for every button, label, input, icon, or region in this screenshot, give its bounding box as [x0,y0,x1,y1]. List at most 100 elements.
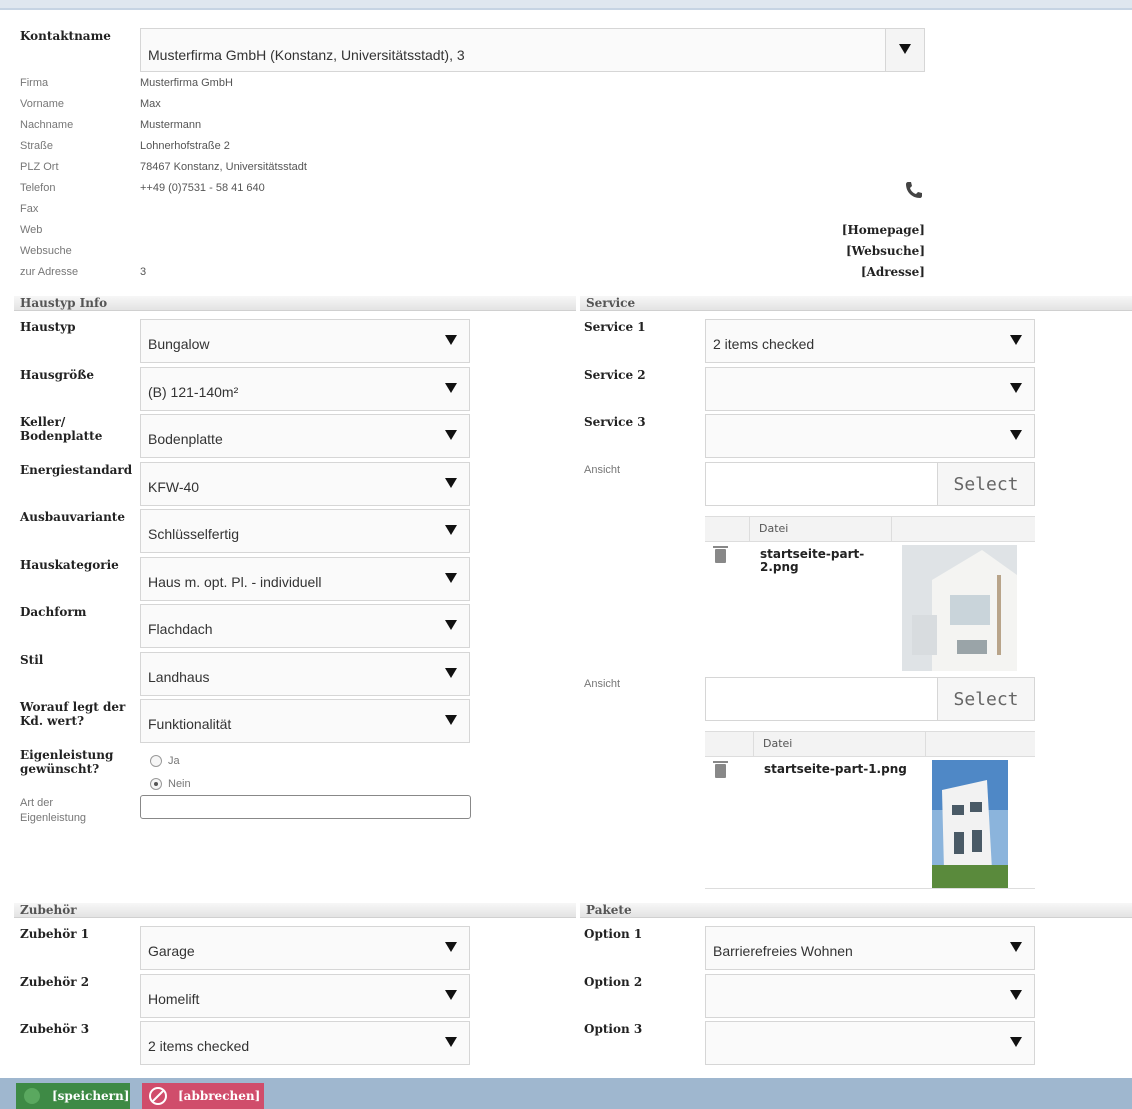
chevron-down-icon [445,715,457,725]
select-value: KFW-40 [148,479,200,495]
cancel-button-label: [abbrechen] [178,1089,261,1103]
field-value: Mustermann [140,119,202,131]
service3-select[interactable] [705,414,1035,458]
chevron-down-icon [445,430,457,440]
field-label: Web [20,224,43,236]
file-name: startseite-part-1.png [764,762,907,776]
chevron-down-icon [1010,942,1022,952]
chevron-down-icon [1010,1037,1022,1047]
field-value: ++49 (0)7531 - 58 41 640 [140,182,265,194]
hausgroesse-select[interactable]: (B) 121-140m² [140,367,470,411]
select-file-button[interactable]: Select [937,678,1034,720]
radio-nein-label: Nein [168,778,191,790]
zubehoer2-select[interactable]: Homelift [140,974,470,1018]
option2-select[interactable] [705,974,1035,1018]
keller-select[interactable]: Bodenplatte [140,414,470,458]
field-label: Straße [20,140,54,152]
energiestandard-select[interactable]: KFW-40 [140,462,470,506]
cancel-icon [148,1086,168,1106]
hauskategorie-label: Hauskategorie [20,558,119,572]
section-header-zubehoer: Zubehör [14,903,576,918]
adresse-link[interactable]: [Adresse] [800,265,925,279]
chevron-down-icon [445,335,457,345]
dachform-label: Dachform [20,605,87,619]
chevron-down-icon [445,1037,457,1047]
select-value: Homelift [148,991,200,1007]
service2-label: Service 2 [584,368,646,382]
field-value: Max [140,98,161,110]
radio-nein[interactable] [150,778,162,790]
cancel-button[interactable]: [abbrechen] [142,1083,264,1109]
trash-icon[interactable] [713,546,728,563]
save-button[interactable]: [speichern] [16,1083,130,1109]
section-header-haustyp: Haustyp Info [14,296,576,311]
field-value: 78467 Konstanz, Universitätsstadt [140,161,307,173]
chevron-down-icon [445,990,457,1000]
file-table-header: Datei [705,731,1035,757]
haustyp-label: Haustyp [20,320,76,334]
section-header-service: Service [580,296,1132,311]
select-value: Haus m. opt. Pl. - individuell [148,574,322,590]
datei-header: Datei [749,517,892,541]
file-picker[interactable]: Select [705,677,1035,721]
radio-ja[interactable] [150,755,162,767]
select-value: 2 items checked [713,336,815,352]
option3-select[interactable] [705,1021,1035,1065]
worauf-select[interactable]: Funktionalität [140,699,470,743]
chevron-down-icon [445,573,457,583]
select-value: 2 items checked [148,1038,250,1054]
chevron-down-icon [445,478,457,488]
datei-header: Datei [753,732,926,756]
field-label: Websuche [20,245,72,257]
file-picker[interactable]: Select [705,462,1035,506]
service1-select[interactable]: 2 items checked [705,319,1035,363]
ansicht-label: Ansicht [584,464,621,476]
trash-icon[interactable] [713,761,728,778]
file-table-header: Datei [705,516,1035,542]
dachform-select[interactable]: Flachdach [140,604,470,648]
chevron-down-icon [445,668,457,678]
phone-icon[interactable] [903,179,925,201]
service2-select[interactable] [705,367,1035,411]
energiestandard-label: Energiestandard [20,463,133,477]
chevron-down-icon [1010,990,1022,1000]
homepage-link[interactable]: [Homepage] [800,223,925,237]
select-value: Schlüsselfertig [148,526,240,542]
zubehoer1-select[interactable]: Garage [140,926,470,970]
select-file-button[interactable]: Select [937,463,1034,505]
select-value: Garage [148,943,195,959]
radio-ja-label: Ja [168,755,180,767]
contact-select[interactable]: Musterfirma GmbH (Konstanz, Universitäts… [140,28,925,72]
hauskategorie-select[interactable]: Haus m. opt. Pl. - individuell [140,557,470,601]
websuche-link[interactable]: [Websuche] [800,244,925,258]
field-label: Telefon [20,182,56,194]
chevron-down-icon [445,383,457,393]
stil-select[interactable]: Landhaus [140,652,470,696]
save-button-label: [speichern] [52,1089,130,1103]
select-value: Flachdach [148,621,213,637]
field-label: PLZ Ort [20,161,59,173]
art-eigenleistung-input[interactable] [140,795,471,819]
field-value: 3 [140,266,147,278]
select-value: Bodenplatte [148,431,223,447]
service3-label: Service 3 [584,415,646,429]
chevron-down-icon [445,620,457,630]
select-value: (B) 121-140m² [148,384,239,400]
divider [705,888,1035,889]
hausgroesse-label: Hausgröße [20,368,95,382]
keller-label: Keller/ Bodenplatte [20,415,103,443]
zubehoer1-label: Zubehör 1 [20,927,90,941]
zubehoer3-select[interactable]: 2 items checked [140,1021,470,1065]
worauf-label: Worauf legt der Kd. wert? [20,700,126,728]
ausbauvariante-select[interactable]: Schlüsselfertig [140,509,470,553]
ausbauvariante-label: Ausbauvariante [20,510,125,524]
chevron-down-icon [1010,383,1022,393]
option2-label: Option 2 [584,975,643,989]
chevron-down-icon [445,525,457,535]
field-value: Lohnerhofstraße 2 [140,140,230,152]
file-name: startseite-part-2.png [760,547,865,574]
field-label: Vorname [20,98,65,110]
haustyp-select[interactable]: Bungalow [140,319,470,363]
option1-select[interactable]: Barrierefreies Wohnen [705,926,1035,970]
zubehoer3-label: Zubehör 3 [20,1022,90,1036]
